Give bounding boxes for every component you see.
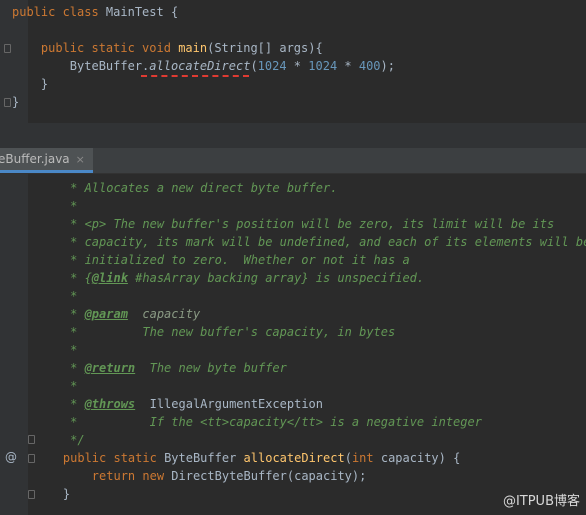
code-line: ByteBuffer.allocateDirect(1024 * 1024 * … [12, 57, 395, 75]
code-token: * [34, 343, 78, 357]
code-line: public class MainTest { [12, 3, 178, 21]
code-line: * [34, 377, 77, 395]
code-token: return new [91, 469, 172, 483]
code-token: #hasArray backing array} is unspecified. [127, 271, 425, 285]
code-line: * [34, 197, 77, 215]
code-line: * <p> The new buffer's position will be … [34, 215, 554, 233]
fold-marker-icon[interactable] [28, 490, 35, 499]
code-token: int [351, 451, 381, 465]
code-token: } [12, 77, 49, 91]
code-token: allocateDirect [149, 59, 251, 73]
code-line: } [12, 93, 19, 111]
code-line: public static ByteBuffer allocateDirect(… [34, 449, 460, 467]
editor-separator [0, 123, 586, 148]
code-token: (String[] args){ [207, 41, 323, 55]
code-token: * Allocates a new direct byte buffer. [34, 181, 338, 195]
fold-marker-icon[interactable] [28, 454, 35, 463]
close-icon[interactable]: × [76, 153, 85, 166]
code-token: * initialized to zero. Whether or not it… [34, 253, 410, 267]
code-token: ( [250, 59, 258, 73]
code-token: public static [62, 451, 165, 465]
code-token: capacity) { [380, 451, 461, 465]
code-token: The new byte buffer [135, 361, 287, 375]
code-token: capacity [127, 307, 201, 321]
code-token: * [34, 397, 85, 411]
error-underline [141, 75, 249, 77]
code-token: IllegalArgumentException [135, 397, 323, 411]
code-token: ); [380, 59, 395, 73]
tab-file[interactable]: eBuffer.java × [0, 148, 93, 173]
code-token: * [286, 59, 309, 73]
code-token: capacity [229, 415, 287, 429]
code-token: public class [12, 5, 106, 19]
code-line: * @return The new byte buffer [34, 359, 287, 377]
code-token: ByteBuffer. [12, 59, 150, 73]
code-line: * [34, 287, 77, 305]
watermark: @ITPUB博客 [502, 494, 580, 509]
code-token: @link [91, 271, 128, 285]
override-marker-icon[interactable]: @ [5, 450, 17, 464]
code-token: @return [84, 361, 136, 375]
code-token: * The new buffer's capacity, in bytes [34, 325, 396, 339]
code-token: * [34, 361, 85, 375]
code-token: allocateDirect [243, 451, 345, 465]
code-line: * Allocates a new direct byte buffer. [34, 179, 337, 197]
code-token: * { [34, 271, 92, 285]
code-line: * @param capacity [34, 305, 200, 323]
code-token: is a negative integer [323, 415, 482, 429]
code-token: * [34, 379, 78, 393]
code-line: } [12, 75, 48, 93]
fold-marker-icon[interactable] [4, 98, 11, 107]
source-editor[interactable]: * Allocates a new direct byte buffer. * … [0, 174, 586, 515]
code-line: * The new buffer's capacity, in bytes [34, 323, 395, 341]
code-token: * [34, 289, 78, 303]
code-token: ( [344, 451, 352, 465]
code-token: 400 [358, 59, 381, 73]
code-line: return new DirectByteBuffer(capacity); [34, 467, 367, 485]
code-token: 1024 [257, 59, 287, 73]
code-token: public static void [40, 41, 179, 55]
code-token: * If the [34, 415, 201, 429]
code-line: public static void main(String[] args){ [12, 39, 323, 57]
fold-marker-icon[interactable] [28, 435, 35, 444]
code-token: } [12, 95, 20, 109]
code-token: @param [84, 307, 128, 321]
tab-label: eBuffer.java [0, 152, 70, 166]
code-token: <tt> [200, 415, 230, 429]
code-token: <p> [84, 217, 107, 231]
code-token: 1024 [308, 59, 338, 73]
code-token: The new buffer's position will be zero, … [106, 217, 555, 231]
code-token: @throws [84, 397, 136, 411]
code-line: * {@link #hasArray backing array} is uns… [34, 269, 424, 287]
tab-bar: eBuffer.java × [0, 148, 586, 174]
code-line: * [34, 341, 77, 359]
code-line: * initialized to zero. Whether or not it… [34, 251, 410, 269]
code-token: main [178, 41, 208, 55]
code-token: DirectByteBuffer(capacity); [171, 469, 367, 483]
code-token: * [34, 307, 85, 321]
code-token: * [337, 59, 359, 73]
code-token: * [34, 199, 78, 213]
fold-marker-icon[interactable] [4, 44, 11, 53]
code-token: </tt> [286, 415, 323, 429]
code-token: * capacity, its mark will be undefined, … [34, 235, 586, 249]
code-token: } [34, 487, 71, 501]
code-token: */ [34, 433, 85, 447]
main-editor[interactable]: public class MainTest { public static vo… [0, 0, 586, 123]
code-token: * [34, 217, 85, 231]
code-token: ByteBuffer [164, 451, 244, 465]
code-token: MainTest { [105, 5, 179, 19]
code-line: * @throws IllegalArgumentException [34, 395, 323, 413]
code-line: * If the <tt>capacity</tt> is a negative… [34, 413, 482, 431]
code-line: * capacity, its mark will be undefined, … [34, 233, 586, 251]
code-line: */ [34, 431, 85, 449]
code-line: } [34, 485, 70, 503]
